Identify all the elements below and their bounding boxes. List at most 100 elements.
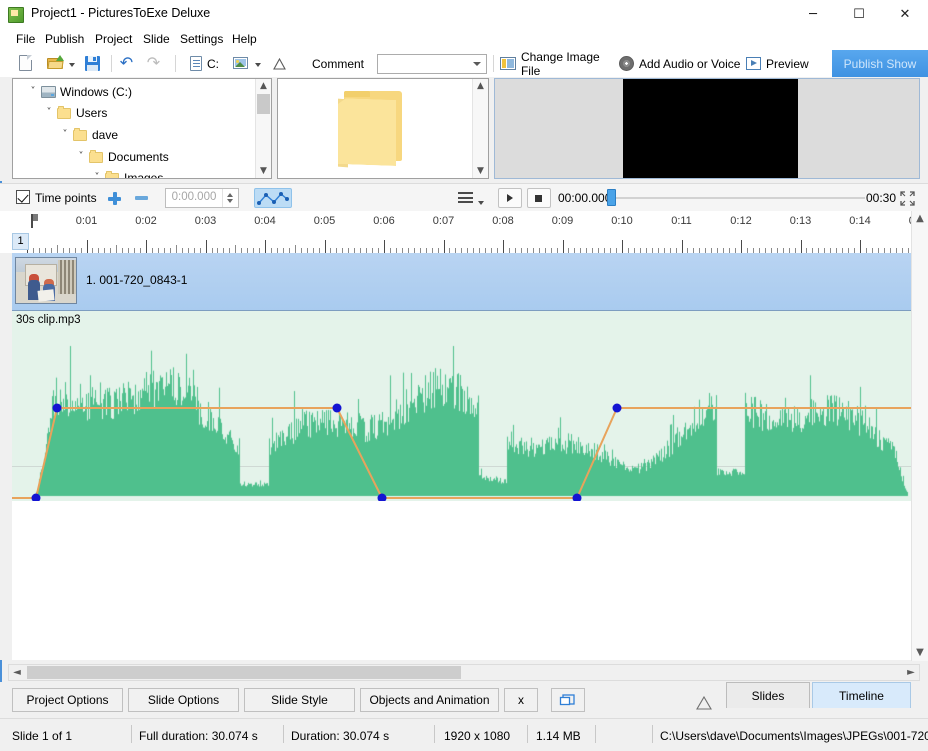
folder-tree[interactable]: ˅ Windows (C:) ˅ Users ˅ dave ˅ Document… <box>12 78 272 179</box>
hamburger-menu-icon <box>458 192 473 203</box>
envelope-control-point[interactable] <box>31 493 41 502</box>
undo-button[interactable]: ↶ <box>116 53 137 74</box>
slide-style-button[interactable]: Slide Style <box>244 688 355 712</box>
timeline-menu-dropdown[interactable] <box>478 195 484 209</box>
envelope-control-point[interactable] <box>612 403 622 413</box>
close-slide-button[interactable]: x <box>504 688 538 712</box>
ruler-label: 0:08 <box>492 215 514 227</box>
open-dropdown-button[interactable] <box>66 53 80 74</box>
menu-file[interactable]: File <box>11 31 40 48</box>
tab-slides[interactable]: Slides <box>726 682 810 708</box>
time-points-checkbox[interactable] <box>16 190 30 204</box>
menu-project[interactable]: Project <box>90 31 137 48</box>
slide-options-button[interactable]: Slide Options <box>128 688 239 712</box>
tab-timeline[interactable]: Timeline <box>812 682 911 708</box>
envelope-mode-button[interactable] <box>254 188 292 208</box>
chevron-down-icon[interactable]: ˅ <box>75 148 87 166</box>
menu-slide[interactable]: Slide <box>138 31 175 48</box>
menu-help[interactable]: Help <box>227 31 262 48</box>
chevron-up-icon[interactable]: ▲ <box>473 79 488 93</box>
timeline-horizontal-scrollbar[interactable]: ◄ ► <box>8 664 920 681</box>
tree-scroll-thumb[interactable] <box>257 94 270 114</box>
volume-envelope[interactable] <box>12 311 911 501</box>
image-mode-button[interactable] <box>231 53 251 74</box>
page-icon <box>190 56 202 71</box>
slide-number-marker[interactable]: 1 <box>12 233 29 250</box>
triangle-button[interactable] <box>270 53 290 74</box>
add-time-point-button[interactable] <box>105 189 125 207</box>
open-project-button[interactable] <box>44 53 66 74</box>
spinner-up-icon[interactable] <box>227 193 233 197</box>
change-image-file-button[interactable]: Change Image File <box>498 50 622 78</box>
audio-track[interactable]: 30s clip.mp3 <box>12 311 911 501</box>
stop-button[interactable] <box>527 188 551 208</box>
chevron-left-icon[interactable]: ◄ <box>9 665 25 680</box>
preview-panel[interactable] <box>494 78 920 179</box>
objects-and-animation-button[interactable]: Objects and Animation <box>360 688 499 712</box>
large-folder-icon[interactable] <box>336 87 406 171</box>
chevron-right-icon[interactable]: ► <box>903 665 919 680</box>
envelope-control-point[interactable] <box>52 403 62 413</box>
spinner-down-icon[interactable] <box>227 199 233 203</box>
duplicate-window-button[interactable] <box>551 688 585 712</box>
waveform-area[interactable] <box>12 311 911 501</box>
menu-settings[interactable]: Settings <box>175 31 228 48</box>
spinner-arrows[interactable] <box>222 189 238 207</box>
playback-slider-track[interactable] <box>612 197 865 199</box>
comment-input[interactable] <box>380 56 470 73</box>
ruler-tick <box>800 240 802 253</box>
slide-track[interactable]: 1. 001-720_0843-1 <box>12 253 911 311</box>
chevron-down-icon[interactable]: ▼ <box>473 164 488 178</box>
time-point-value: 0:00.000 <box>171 191 217 203</box>
fullscreen-button[interactable] <box>899 190 916 207</box>
playhead-marker-icon[interactable] <box>27 214 38 228</box>
chevron-down-icon[interactable]: ▼ <box>256 164 271 178</box>
chevron-up-icon[interactable]: ▲ <box>912 211 928 227</box>
time-point-spinner[interactable]: 0:00.000 <box>165 188 239 208</box>
timeline-vertical-scrollbar[interactable]: ▲ ▼ <box>911 211 928 661</box>
slide-thumbnail[interactable] <box>15 257 77 304</box>
chevron-down-icon[interactable]: ˅ <box>27 83 39 101</box>
ruler-label: 0:11 <box>671 215 692 227</box>
chevron-down-icon[interactable]: ˅ <box>91 169 103 178</box>
timeline-ruler[interactable]: 0:01 0:02 0:03 0:04 0:05 0:06 0:07 0:08 0:09 0:10… <box>0 211 928 253</box>
duplicate-window-icon <box>559 694 575 706</box>
horizontal-scroll-thumb[interactable] <box>27 666 461 679</box>
chevron-down-icon <box>69 62 75 67</box>
play-button[interactable] <box>498 188 522 208</box>
playback-slider-thumb[interactable] <box>607 189 616 206</box>
remove-time-point-button[interactable] <box>132 189 152 207</box>
preview-button[interactable]: Preview <box>744 53 817 74</box>
menu-publish[interactable]: Publish <box>40 31 89 48</box>
minimize-button[interactable]: ─ <box>790 0 836 30</box>
maximize-button[interactable]: ☐ <box>836 0 882 30</box>
chevron-down-icon[interactable]: ˅ <box>59 126 71 144</box>
ruler-label: 0:04 <box>254 215 276 227</box>
close-button[interactable]: ✕ <box>882 0 928 30</box>
tree-label: Images <box>124 171 164 179</box>
file-list-panel[interactable]: ▲ ▼ <box>277 78 489 179</box>
chevron-down-icon[interactable]: ˅ <box>43 104 55 122</box>
chevron-down-icon[interactable]: ▼ <box>912 645 928 661</box>
triangle-icon <box>273 57 286 70</box>
envelope-line[interactable] <box>35 407 911 499</box>
redo-button[interactable]: ↷ <box>143 53 164 74</box>
chevron-up-icon[interactable]: ▲ <box>256 79 271 93</box>
comment-dropdown-button[interactable] <box>468 56 485 72</box>
envelope-control-point[interactable] <box>332 403 342 413</box>
project-options-button[interactable]: Project Options <box>12 688 123 712</box>
ruler-label: 0:09 <box>551 215 574 227</box>
tree-vertical-scrollbar[interactable]: ▲ ▼ <box>255 79 271 178</box>
save-project-button[interactable] <box>82 53 103 74</box>
envelope-control-point[interactable] <box>377 493 387 502</box>
new-project-button[interactable] <box>15 53 36 74</box>
add-audio-or-voice-button[interactable]: Add Audio or Voice <box>616 53 741 74</box>
drive-button[interactable] <box>188 53 206 74</box>
comment-combobox[interactable] <box>377 54 487 74</box>
comment-label: Comment <box>312 57 365 71</box>
redo-arrow-icon: ↷ <box>146 53 161 72</box>
filelist-vertical-scrollbar[interactable]: ▲ ▼ <box>472 79 488 178</box>
image-dropdown-button[interactable] <box>252 53 266 74</box>
envelope-control-point[interactable] <box>572 493 582 502</box>
publish-show-button[interactable]: Publish Show <box>832 50 928 77</box>
